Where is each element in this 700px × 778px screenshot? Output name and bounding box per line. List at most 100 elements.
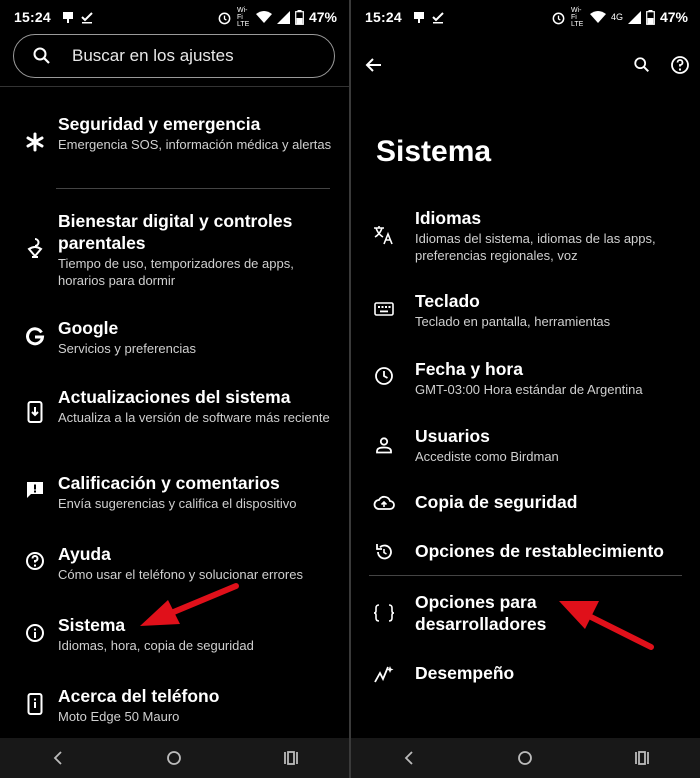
item-title: Fecha y hora: [415, 359, 523, 379]
item-subtitle: Tiempo de uso, temporizadores de apps, h…: [58, 256, 294, 288]
settings-item-security[interactable]: Seguridad y emergencia Emergencia SOS, i…: [0, 113, 349, 173]
battery-percent: 47%: [659, 9, 688, 25]
notification-icon: [413, 12, 424, 23]
search-button[interactable]: [629, 52, 655, 78]
settings-screen-left: 15:24 Wi-Fi LTE 47% Seguridad y emergenc…: [0, 0, 349, 778]
item-subtitle: Cómo usar el teléfono y solucionar error…: [58, 567, 303, 582]
home-icon: [167, 751, 182, 765]
asterisk-icon: [22, 129, 48, 155]
developer-braces-icon: [371, 600, 397, 626]
recents-icon: [283, 751, 298, 765]
search-icon: [634, 57, 650, 73]
translate-icon: [371, 222, 397, 248]
item-subtitle: Servicios y preferencias: [58, 341, 196, 356]
item-title: Actualizaciones del sistema: [58, 387, 291, 407]
item-subtitle: Emergencia SOS, información médica y ale…: [58, 137, 332, 152]
nav-home-button[interactable]: [505, 738, 545, 778]
item-title: Idiomas: [415, 208, 482, 228]
search-icon: [33, 47, 50, 64]
settings-item-feedback[interactable]: Calificación y comentarios Envía sugeren…: [0, 472, 349, 516]
network-4g-label: 4G: [610, 12, 623, 22]
item-title: Ayuda: [58, 544, 111, 564]
alarm-icon: [552, 12, 565, 24]
system-item-languages[interactable]: Idiomas Idiomas del sistema, idiomas de …: [351, 207, 700, 267]
item-subtitle: Actualiza a la versión de software más r…: [58, 410, 330, 425]
item-subtitle: GMT-03:00 Hora estándar de Argentina: [415, 382, 643, 397]
settings-screen-right: 15:24 Wi-Fi LTE 4G 47% Sistema Idiomas I…: [351, 0, 700, 778]
system-item-developer-options[interactable]: Opciones para desarrolladores: [351, 591, 700, 637]
navigation-bar: [0, 738, 349, 778]
nav-back-button[interactable]: [389, 738, 429, 778]
alarm-icon: [218, 12, 231, 24]
signal-icon: [627, 10, 641, 24]
help-icon: [671, 56, 689, 74]
item-title: Usuarios: [415, 426, 490, 446]
back-button[interactable]: [360, 52, 386, 78]
battery-icon: [295, 9, 304, 25]
item-subtitle: Idiomas, hora, copia de seguridad: [58, 638, 254, 653]
system-item-keyboard[interactable]: Teclado Teclado en pantalla, herramienta…: [351, 290, 700, 334]
wifi-icon: [589, 11, 606, 23]
wifi-icon: [255, 11, 272, 23]
item-title: Copia de seguridad: [415, 492, 578, 512]
system-item-reset-options[interactable]: Opciones de restablecimiento: [351, 540, 700, 564]
feedback-icon: [22, 477, 48, 503]
keyboard-icon: [371, 296, 397, 322]
performance-icon: [371, 661, 397, 687]
page-title: Sistema: [376, 135, 492, 168]
item-title: Opciones de restablecimiento: [415, 541, 664, 561]
item-subtitle: Idiomas del sistema, idiomas de las apps…: [415, 231, 656, 263]
download-done-icon: [81, 12, 93, 24]
google-icon: [22, 324, 48, 350]
system-item-backup[interactable]: Copia de seguridad: [351, 491, 700, 515]
settings-item-system[interactable]: Sistema Idiomas, hora, copia de segurida…: [0, 614, 349, 658]
status-bar: 15:24 Wi-Fi LTE 47%: [0, 0, 349, 34]
system-item-performance[interactable]: Desempeño: [351, 662, 700, 686]
divider: [369, 575, 682, 576]
download-done-icon: [432, 12, 444, 24]
back-icon: [53, 751, 62, 765]
clock-icon: [371, 363, 397, 389]
settings-item-system-updates[interactable]: Actualizaciones del sistema Actualiza a …: [0, 386, 349, 446]
system-item-users[interactable]: Usuarios Accediste como Birdman: [351, 425, 700, 469]
back-icon: [404, 751, 413, 765]
item-title: Acerca del teléfono: [58, 686, 220, 706]
home-icon: [518, 751, 533, 765]
item-subtitle: Moto Edge 50 Mauro: [58, 709, 180, 724]
divider: [0, 86, 349, 87]
item-title: Google: [58, 318, 119, 338]
battery-percent: 47%: [308, 9, 337, 25]
item-title: Teclado: [415, 291, 480, 311]
status-bar: 15:24 Wi-Fi LTE 4G 47%: [351, 0, 700, 34]
search-input[interactable]: [70, 45, 314, 67]
item-title: Seguridad y emergencia: [58, 114, 261, 134]
settings-item-help[interactable]: Ayuda Cómo usar el teléfono y solucionar…: [0, 543, 349, 587]
settings-item-digital-wellbeing[interactable]: Bienestar digital y controles parentales…: [0, 210, 349, 290]
item-title: Opciones para desarrolladores: [415, 592, 547, 634]
help-button[interactable]: [667, 52, 693, 78]
divider: [56, 188, 330, 189]
network-type-label: Wi-Fi LTE: [236, 6, 250, 28]
item-title: Sistema: [58, 615, 126, 635]
network-type-label: Wi-Fi LTE: [570, 6, 584, 28]
settings-item-google[interactable]: Google Servicios y preferencias: [0, 317, 349, 361]
cloud-backup-icon: [371, 490, 397, 516]
signal-icon: [276, 10, 290, 24]
recents-icon: [634, 751, 649, 765]
status-time: 15:24: [14, 9, 51, 25]
battery-icon: [646, 9, 655, 25]
nav-home-button[interactable]: [154, 738, 194, 778]
system-item-date-time[interactable]: Fecha y hora GMT-03:00 Hora estándar de …: [351, 358, 700, 402]
settings-search-bar[interactable]: [13, 34, 335, 78]
help-icon: [22, 548, 48, 574]
arrow-back-icon: [365, 58, 381, 72]
phone-info-icon: [22, 691, 48, 717]
item-subtitle: Accediste como Birdman: [415, 449, 559, 464]
nav-back-button[interactable]: [38, 738, 78, 778]
nav-recents-button[interactable]: [271, 738, 311, 778]
info-icon: [22, 620, 48, 646]
settings-item-about-phone[interactable]: Acerca del teléfono Moto Edge 50 Mauro: [0, 685, 349, 729]
item-title: Calificación y comentarios: [58, 473, 280, 493]
nav-recents-button[interactable]: [622, 738, 662, 778]
item-subtitle: Envía sugerencias y califica el disposit…: [58, 496, 297, 511]
